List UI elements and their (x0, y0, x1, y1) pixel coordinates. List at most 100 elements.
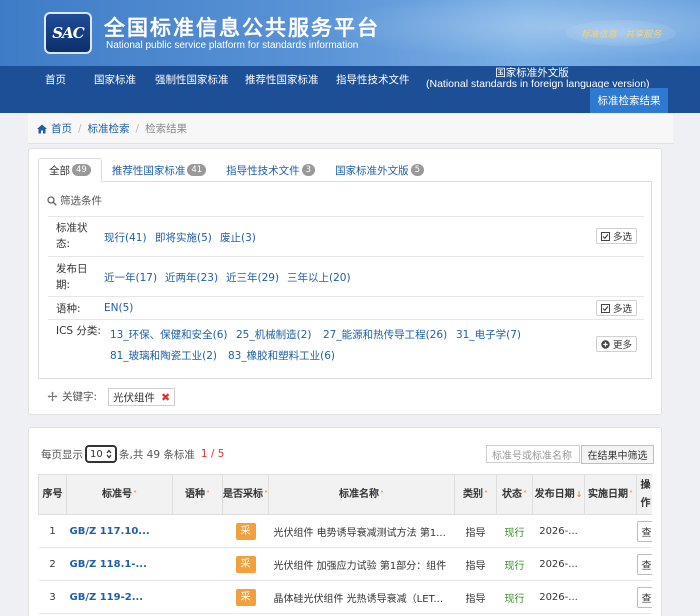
sac-logo[interactable]: SAC (44, 12, 92, 54)
col-publish-date[interactable]: 发布日期↓ (532, 474, 585, 515)
row-index: 2 (38, 547, 67, 581)
row-standard-name: 晶体硅光伏组件 光热诱导衰减（LET... (268, 580, 455, 614)
per-page-value: 10 (90, 448, 103, 460)
date-label-line1: 发布日 (56, 263, 88, 275)
breadcrumb-separator: / (78, 122, 82, 135)
col-language[interactable]: 语种˄ (172, 474, 223, 515)
row-action: 查看详细 (636, 547, 652, 581)
row-index: 3 (38, 580, 67, 614)
nav-guidance-documents[interactable]: 指导性技术文件 (336, 72, 410, 87)
divider (48, 319, 644, 320)
row-adopted: 采 (222, 514, 269, 548)
nav-recommended-standards[interactable]: 推荐性国家标准 (245, 72, 319, 87)
filter-date-1year[interactable]: 近一年(17) (104, 270, 157, 285)
tab-all[interactable]: 全部 49 (38, 158, 102, 182)
col-implement-date-label: 实施日期 (588, 488, 628, 500)
breadcrumb-home[interactable]: 首页 (51, 121, 72, 136)
table-row: 2 GB/Z 118.1-... 采 光伏组件 加强应力试验 第1部分：组件 指… (38, 547, 652, 581)
filter-status-upcoming[interactable]: 即将实施(5) (155, 230, 212, 245)
tab-foreign-language[interactable]: 国家标准外文版 5 (325, 158, 434, 182)
adopted-badge: 采 (235, 588, 256, 606)
col-status-label: 状态 (502, 488, 522, 500)
remove-keyword-icon[interactable]: ✖ (161, 391, 170, 404)
view-detail-button[interactable]: 查看详细 (636, 553, 652, 575)
filter-ics-13[interactable]: 13_环保、保健和安全(6) (110, 327, 227, 342)
date-label: 发布日 期: (56, 261, 88, 293)
table-row: 3 GB/Z 119-2... 采 晶体硅光伏组件 光热诱导衰减（LET... … (38, 580, 652, 614)
results-table-wrap: 序号 标准号˄ 语种˄ 是否采标˄ 标准名称˄ 类别˄ 状态˄ 发布日期↓ 实施… (38, 474, 652, 616)
row-status: 现行 (496, 580, 533, 614)
status-label-line2: 态: (56, 238, 71, 250)
filter-date-3years[interactable]: 近三年(29) (226, 270, 279, 285)
tab-label: 全部 (49, 164, 70, 177)
total-count: 条,共 49 条标准 (119, 448, 195, 461)
results-table: 序号 标准号˄ 语种˄ 是否采标˄ 标准名称˄ 类别˄ 状态˄ 发布日期↓ 实施… (38, 474, 652, 614)
multi-select-label: 多选 (613, 232, 633, 243)
multi-select-label: 多选 (613, 304, 633, 315)
tab-recommended[interactable]: 推荐性国家标准 41 (102, 158, 216, 182)
col-implement-date[interactable]: 实施日期˄ (584, 474, 637, 515)
filter-language-en[interactable]: EN(5) (104, 302, 133, 314)
col-name[interactable]: 标准名称˄ (268, 474, 455, 515)
col-type[interactable]: 类别˄ (454, 474, 497, 515)
filter-status-current[interactable]: 现行(41) (104, 230, 147, 245)
row-standard-code-link[interactable]: GB/Z 118.1-... (66, 547, 173, 581)
col-code[interactable]: 标准号˄ (66, 474, 173, 515)
language-label: 语种: (56, 303, 81, 315)
row-status: 现行 (496, 547, 533, 581)
nav-foreign-language-standards[interactable]: 国家标准外文版 (National standards in foreign l… (426, 68, 650, 90)
row-publish-date: 2026-... (532, 580, 585, 614)
nav-home[interactable]: 首页 (45, 72, 66, 87)
filter-ics-83[interactable]: 83_橡胶和塑料工业(6) (228, 348, 335, 363)
tab-label: 国家标准外文版 (335, 164, 409, 177)
row-language (172, 514, 223, 548)
row-language (172, 580, 223, 614)
filter-date-over3years[interactable]: 三年以上(20) (287, 270, 351, 285)
keyword-tag: 光伏组件 ✖ (108, 388, 176, 406)
table-row: 1 GB/Z 117.10... 采 光伏组件 电势诱导衰减测试方法 第1...… (38, 514, 652, 548)
col-code-label: 标准号 (102, 488, 132, 500)
nav-national-standards[interactable]: 国家标准 (94, 72, 136, 87)
checkbox-icon (601, 231, 610, 241)
row-language (172, 547, 223, 581)
language-multi-select-button[interactable]: 多选 (596, 300, 638, 316)
filter-ics-81[interactable]: 81_玻璃和陶瓷工业(2) (110, 348, 217, 363)
tab-count-badge: 5 (410, 164, 424, 176)
adopted-badge: 采 (235, 522, 256, 540)
filter-header: 筛选条件 (47, 193, 102, 208)
header-slogan-logo: 标准信息 · 共享服务 (566, 20, 676, 46)
move-icon (47, 391, 58, 402)
col-publish-date-label: 发布日期 (534, 488, 575, 500)
pagination-info: 每页显示 10 条,共 49 条标准 1 / 5 (41, 445, 224, 463)
status-multi-select-button[interactable]: 多选 (596, 228, 638, 244)
filter-in-results-button[interactable]: 在结果中筛选 (581, 445, 654, 464)
tab-guidance[interactable]: 指导性技术文件 3 (216, 158, 325, 182)
breadcrumb-separator: / (135, 122, 140, 135)
breadcrumb-standard-search[interactable]: 标准检索 (88, 121, 130, 136)
ics-more-button[interactable]: 更多 (596, 336, 638, 352)
nav-mandatory-standards[interactable]: 强制性国家标准 (155, 72, 229, 87)
filter-in-results-input[interactable]: 标准号或标准名称 (486, 445, 580, 463)
row-publish-date: 2026-... (532, 514, 585, 548)
nav-search-results-active[interactable]: 标准检索结果 (590, 88, 668, 113)
search-icon (47, 195, 57, 206)
row-standard-code-link[interactable]: GB/Z 117.10... (66, 514, 173, 548)
col-status[interactable]: 状态˄ (496, 474, 533, 515)
table-header-row: 序号 标准号˄ 语种˄ 是否采标˄ 标准名称˄ 类别˄ 状态˄ 发布日期↓ 实施… (38, 474, 652, 515)
divider (48, 216, 644, 217)
filter-ics-25[interactable]: 25_机械制造(2) (236, 327, 311, 342)
filter-status-abolished[interactable]: 废止(3) (220, 230, 256, 245)
result-tabs: 全部 49 推荐性国家标准 41 指导性技术文件 3 国家标准外文版 5 (38, 158, 434, 182)
view-detail-button[interactable]: 查看详细 (636, 520, 652, 542)
tab-label: 指导性技术文件 (226, 164, 300, 177)
per-page-select[interactable]: 10 (85, 445, 117, 463)
row-standard-name: 光伏组件 电势诱导衰减测试方法 第1... (268, 514, 455, 548)
col-adopted[interactable]: 是否采标˄ (222, 474, 269, 515)
filter-ics-31[interactable]: 31_电子学(7) (456, 327, 521, 342)
row-standard-code-link[interactable]: GB/Z 119-2... (66, 580, 173, 614)
view-detail-button[interactable]: 查看详细 (636, 586, 652, 608)
filter-ics-27[interactable]: 27_能源和热传导工程(26) (323, 327, 447, 342)
status-label: 标准状 态: (56, 220, 88, 252)
filter-date-2years[interactable]: 近两年(23) (165, 270, 218, 285)
site-title: 全国标准信息公共服务平台 (104, 16, 380, 40)
